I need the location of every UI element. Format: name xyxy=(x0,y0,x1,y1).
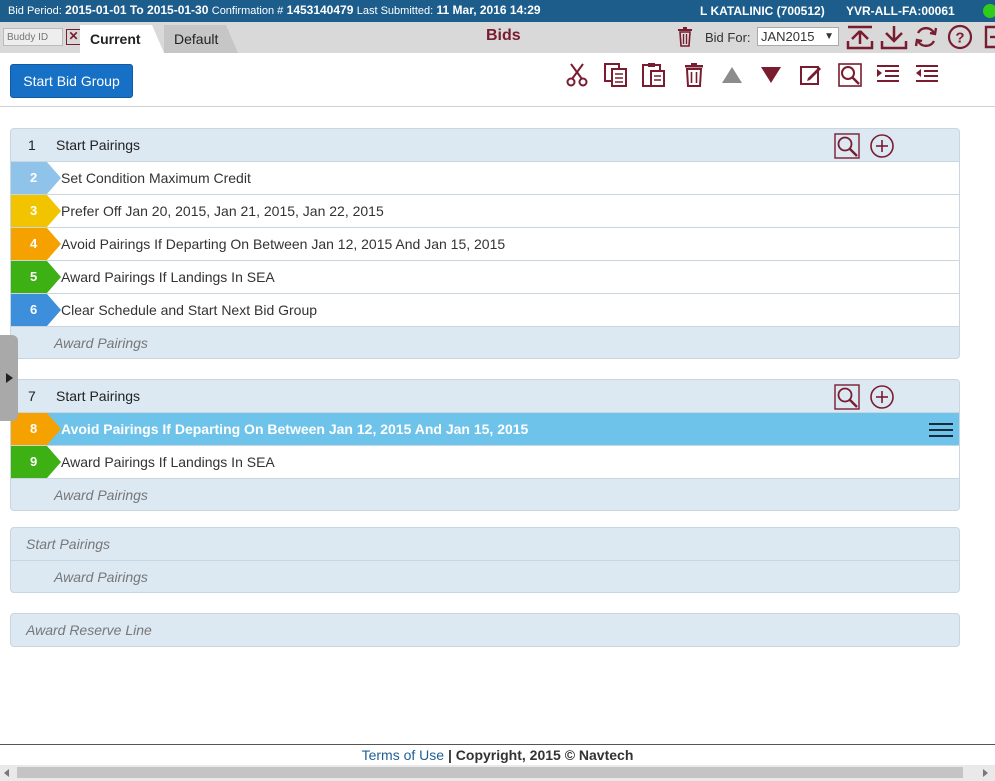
horizontal-scrollbar[interactable] xyxy=(0,765,995,781)
buddy-id-input[interactable] xyxy=(3,28,63,46)
line-number-badge: 5 xyxy=(11,261,61,293)
start-pairings-label: Start Pairings xyxy=(26,536,111,552)
move-up-icon[interactable] xyxy=(719,62,745,88)
delete-icon[interactable] xyxy=(681,62,707,88)
bid-line-text: Set Condition Maximum Credit xyxy=(61,170,251,186)
bid-period-label: Bid Period: xyxy=(8,5,62,17)
bid-info: Bid Period: 2015-01-01 To 2015-01-30 Con… xyxy=(8,3,541,17)
group-title: Start Pairings xyxy=(56,388,141,404)
cut-icon[interactable] xyxy=(564,62,590,88)
move-down-icon[interactable] xyxy=(758,62,784,88)
user-name: L KATALINIC (700512) xyxy=(700,4,825,18)
bid-line-text: Avoid Pairings If Departing On Between J… xyxy=(61,236,506,252)
svg-text:?: ? xyxy=(955,30,964,47)
terms-of-use-link[interactable]: Terms of Use xyxy=(362,747,444,763)
confirmation-number: 1453140479 xyxy=(286,3,354,17)
bid-line-row[interactable]: 3 Prefer Off Jan 20, 2015, Jan 21, 2015,… xyxy=(11,194,959,227)
chevron-down-icon: ▼ xyxy=(824,31,834,42)
award-pairings-row[interactable]: Award Pairings xyxy=(11,560,959,592)
bid-for-select[interactable]: JAN2015 ▼ xyxy=(757,27,839,46)
scroll-left-icon[interactable] xyxy=(4,769,9,777)
award-pairings-row[interactable]: Award Pairings xyxy=(11,478,959,510)
outdent-icon[interactable] xyxy=(914,62,940,88)
search-icon[interactable] xyxy=(837,62,863,88)
trash-icon[interactable] xyxy=(677,27,693,47)
last-submitted-label: Last Submitted: xyxy=(356,5,434,17)
upload-icon[interactable] xyxy=(846,24,874,50)
indent-icon[interactable] xyxy=(875,62,901,88)
bid-line-row[interactable]: 6 Clear Schedule and Start Next Bid Grou… xyxy=(11,293,959,326)
bid-period-start: 2015-01-01 xyxy=(65,3,127,17)
footer: Terms of Use | Copyright, 2015 © Navtech xyxy=(0,747,995,763)
award-pairings-label: Award Pairings xyxy=(54,487,148,503)
line-number-badge: 9 xyxy=(11,446,61,478)
bid-line-row[interactable]: 4 Avoid Pairings If Departing On Between… xyxy=(11,227,959,260)
bid-group: 7 Start Pairings 8 Avoid Pairings If Dep… xyxy=(10,379,960,511)
refresh-icon[interactable] xyxy=(913,24,939,50)
tab-current[interactable]: Current xyxy=(80,25,164,53)
award-reserve-line-label: Award Reserve Line xyxy=(26,622,152,638)
award-reserve-line-row[interactable]: Award Reserve Line xyxy=(11,614,959,646)
bid-period-to: To xyxy=(129,3,144,17)
group-number: 1 xyxy=(28,137,36,153)
bid-line-row[interactable]: 9 Award Pairings If Landings In SEA xyxy=(11,445,959,478)
footer-separator: | xyxy=(447,747,452,763)
tab-row: ✕ Current Default Bids Bid For: JAN2015 … xyxy=(0,22,995,53)
paste-icon[interactable] xyxy=(641,62,667,88)
last-submitted-value: 11 Mar, 2016 14:29 xyxy=(436,3,541,17)
page-title: Bids xyxy=(486,27,521,44)
empty-bid-group: Start Pairings Award Pairings xyxy=(10,527,960,593)
bid-line-text: Prefer Off Jan 20, 2015, Jan 21, 2015, J… xyxy=(61,203,384,219)
copy-icon[interactable] xyxy=(603,62,629,88)
award-pairings-row[interactable]: Award Pairings xyxy=(11,326,959,358)
reserve-group: Award Reserve Line xyxy=(10,613,960,647)
bid-period-end: 2015-01-30 xyxy=(147,3,209,17)
group-title: Start Pairings xyxy=(56,137,141,153)
user-base: YVR-ALL-FA:00061 xyxy=(846,4,955,18)
hamburger-menu-icon[interactable] xyxy=(929,422,953,438)
scrollbar-thumb[interactable] xyxy=(17,767,963,778)
bid-group: 1 Start Pairings 2 Set Condition Maximum… xyxy=(10,128,960,359)
confirmation-label: Confirmation # xyxy=(211,5,284,17)
copyright-text: Copyright, 2015 © Navtech xyxy=(455,747,634,763)
toolbar-divider xyxy=(0,106,995,107)
bid-line-row[interactable]: 5 Award Pairings If Landings In SEA xyxy=(11,260,959,293)
award-pairings-label: Award Pairings xyxy=(54,335,148,351)
clear-buddy-button[interactable]: ✕ xyxy=(66,29,81,45)
bid-line-row-selected[interactable]: 8 Avoid Pairings If Departing On Between… xyxy=(11,412,959,445)
tab-default[interactable]: Default xyxy=(164,25,238,53)
bid-for-value: JAN2015 xyxy=(761,29,815,44)
bid-line-text: Avoid Pairings If Departing On Between J… xyxy=(61,421,529,437)
start-bid-group-button[interactable]: Start Bid Group xyxy=(10,64,133,98)
bid-line-text: Award Pairings If Landings In SEA xyxy=(61,269,275,285)
group-number: 7 xyxy=(28,388,36,404)
group-search-icon[interactable] xyxy=(834,133,860,159)
download-icon[interactable] xyxy=(880,24,908,50)
status-indicator xyxy=(983,4,995,18)
edit-icon[interactable] xyxy=(798,62,824,88)
logout-icon[interactable] xyxy=(982,24,995,50)
line-number-badge: 4 xyxy=(11,228,61,260)
scroll-right-icon[interactable] xyxy=(983,769,988,777)
footer-divider xyxy=(0,744,995,745)
top-status-bar: Bid Period: 2015-01-01 To 2015-01-30 Con… xyxy=(0,0,995,22)
add-circle-icon[interactable] xyxy=(869,384,895,410)
line-number-badge: 2 xyxy=(11,162,61,194)
bid-line-text: Clear Schedule and Start Next Bid Group xyxy=(61,302,318,318)
add-circle-icon[interactable] xyxy=(869,133,895,159)
award-pairings-label: Award Pairings xyxy=(54,569,148,585)
group-header[interactable]: 7 Start Pairings xyxy=(11,380,959,412)
group-header[interactable]: 1 Start Pairings xyxy=(11,129,959,161)
bid-line-text: Award Pairings If Landings In SEA xyxy=(61,454,275,470)
start-pairings-row[interactable]: Start Pairings xyxy=(11,528,959,560)
bid-line-row[interactable]: 2 Set Condition Maximum Credit xyxy=(11,161,959,194)
side-panel-toggle[interactable] xyxy=(0,335,18,421)
line-number-badge: 3 xyxy=(11,195,61,227)
bid-for-label: Bid For: xyxy=(705,30,751,45)
line-number-badge: 6 xyxy=(11,294,61,326)
help-icon[interactable]: ? xyxy=(947,24,973,50)
group-search-icon[interactable] xyxy=(834,384,860,410)
